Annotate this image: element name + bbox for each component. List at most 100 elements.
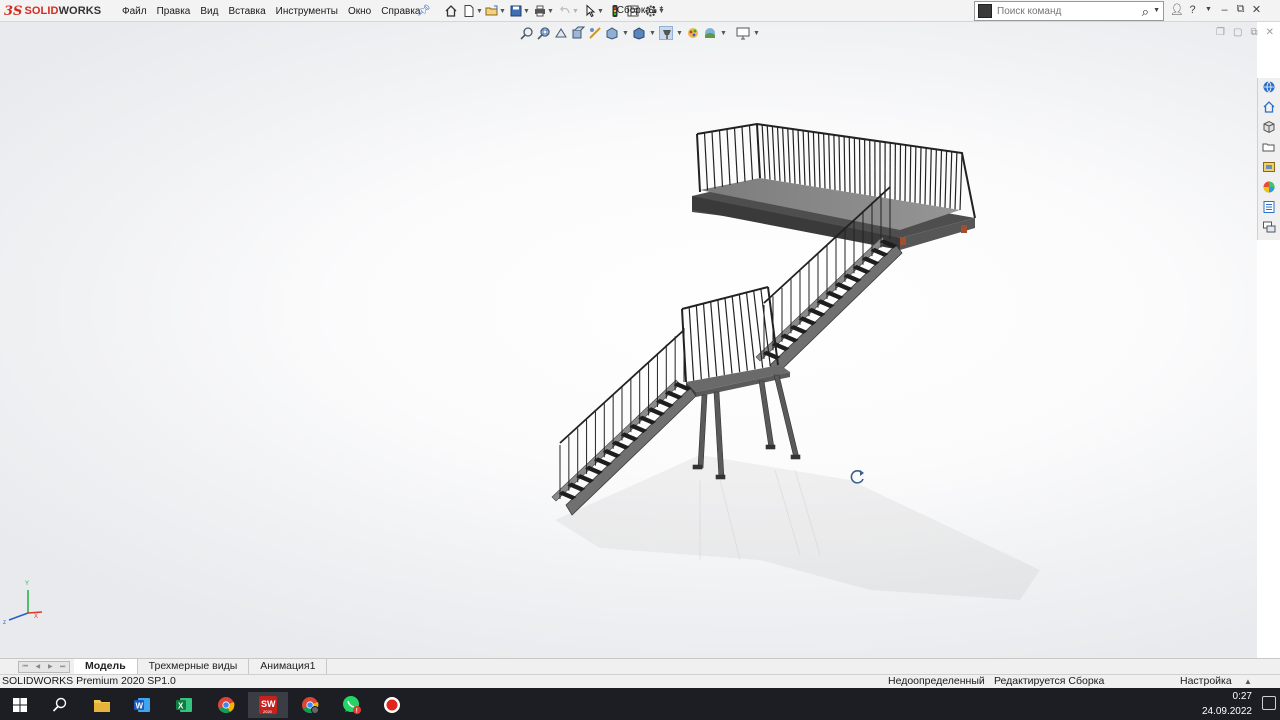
view-orientation-icon[interactable] bbox=[605, 26, 619, 40]
file-properties-icon[interactable] bbox=[626, 4, 640, 18]
zoom-to-fit-icon[interactable] bbox=[520, 26, 534, 40]
word-taskbar-icon[interactable]: W bbox=[122, 692, 162, 718]
search-taskbar-icon[interactable] bbox=[40, 692, 80, 718]
command-search[interactable]: ⌕ ▼ bbox=[974, 1, 1164, 21]
menu-file[interactable]: Файл bbox=[117, 6, 152, 17]
search-dropdown-icon[interactable]: ▼ bbox=[1153, 7, 1160, 14]
options-gear-icon[interactable] bbox=[644, 4, 658, 18]
select-dropdown-icon[interactable]: ▼ bbox=[597, 8, 604, 15]
viewport-close-icon[interactable]: ✕ bbox=[1266, 27, 1274, 38]
help-icon[interactable]: ? bbox=[1186, 4, 1199, 16]
solidworks-logo[interactable]: 3S SOLIDWORKS bbox=[4, 1, 102, 21]
menu-window[interactable]: Окно bbox=[343, 6, 376, 17]
save-dropdown-icon[interactable]: ▼ bbox=[523, 8, 530, 15]
task-pane bbox=[1257, 78, 1280, 240]
viewport-split-icon[interactable]: ▢ bbox=[1233, 27, 1242, 38]
notifications-icon[interactable] bbox=[1262, 696, 1276, 710]
search-command-icon bbox=[978, 4, 992, 18]
graphics-area[interactable]: Y X z bbox=[0, 22, 1257, 658]
menu-insert[interactable]: Вставка bbox=[223, 6, 270, 17]
product-version: SOLIDWORKS Premium 2020 SP1.0 bbox=[2, 675, 176, 687]
menu-view[interactable]: Вид bbox=[195, 6, 223, 17]
definition-status: Недоопределенный bbox=[888, 675, 985, 687]
tab-animation[interactable]: Анимация1 bbox=[249, 659, 328, 674]
undo-dropdown-icon[interactable]: ▼ bbox=[572, 8, 579, 15]
excel-taskbar-icon[interactable]: X bbox=[164, 692, 204, 718]
select-cursor-icon[interactable] bbox=[583, 4, 597, 18]
appearances-icon[interactable] bbox=[1262, 180, 1276, 194]
triad-y-label: Y bbox=[25, 581, 29, 587]
record-taskbar-icon[interactable] bbox=[372, 692, 412, 718]
section-view-icon[interactable] bbox=[571, 26, 586, 40]
menu-edit[interactable]: Правка bbox=[152, 6, 196, 17]
chrome-profile-taskbar-icon[interactable] bbox=[290, 692, 330, 718]
help-dropdown-icon[interactable]: ▼ bbox=[1202, 6, 1215, 13]
minimize-icon[interactable]: – bbox=[1218, 4, 1231, 16]
stair-assembly-model[interactable]: Y X z bbox=[0, 22, 1257, 658]
solidworks-resources-icon[interactable] bbox=[1262, 80, 1276, 94]
view-settings-icon[interactable] bbox=[736, 26, 750, 40]
heads-up-view-toolbar: ▼ ▼ ▼ ▼ ▼ bbox=[520, 24, 760, 42]
tab-last-icon[interactable]: ⏭ bbox=[57, 662, 70, 672]
viewport-tile-icon[interactable]: ❐ bbox=[1216, 27, 1225, 38]
tab-first-icon[interactable]: ⏮ bbox=[19, 662, 32, 672]
tab-model[interactable]: Модель bbox=[74, 659, 138, 674]
windows-start-icon[interactable] bbox=[0, 692, 40, 718]
custom-properties-icon[interactable] bbox=[1262, 200, 1276, 214]
undo-icon[interactable] bbox=[558, 4, 572, 18]
traffic-light-icon[interactable] bbox=[608, 4, 622, 18]
menu-tools[interactable]: Инструменты bbox=[271, 6, 343, 17]
dynamic-annotation-icon[interactable] bbox=[588, 26, 602, 40]
chrome-taskbar-icon[interactable] bbox=[206, 692, 246, 718]
home-pane-icon[interactable] bbox=[1262, 100, 1276, 114]
search-icon[interactable]: ⌕ bbox=[1142, 4, 1149, 20]
options-dropdown-icon[interactable]: ▼ bbox=[658, 8, 665, 15]
open-dropdown-icon[interactable]: ▼ bbox=[499, 8, 506, 15]
whatsapp-taskbar-icon[interactable]: ! bbox=[332, 692, 372, 718]
logo-brand-suffix: WORKS bbox=[58, 5, 102, 17]
user-icon[interactable]: 👤︎ bbox=[1170, 3, 1184, 16]
editing-status: Редактируется Сборка bbox=[994, 675, 1105, 687]
home-icon[interactable] bbox=[444, 4, 458, 18]
previous-view-icon[interactable] bbox=[554, 26, 568, 40]
units-dropdown-icon[interactable]: ▲ bbox=[1244, 675, 1252, 688]
display-style-icon[interactable] bbox=[632, 26, 646, 40]
units-setting[interactable]: Настройка bbox=[1180, 675, 1232, 688]
restore-icon[interactable]: ⧉ bbox=[1234, 3, 1247, 16]
viewport-restore-icon[interactable]: ⧉ bbox=[1250, 27, 1257, 38]
apply-scene-icon[interactable] bbox=[703, 26, 717, 40]
print-dropdown-icon[interactable]: ▼ bbox=[547, 8, 554, 15]
tab-next-icon[interactable]: ▶ bbox=[44, 662, 57, 672]
svg-text:X: X bbox=[178, 702, 184, 711]
view-settings-dropdown-icon[interactable]: ▼ bbox=[753, 30, 760, 37]
standard-toolbar: ▼ ▼ ▼ ▼ ▼ ▼ ▼ bbox=[444, 3, 665, 19]
design-library-icon[interactable] bbox=[1262, 120, 1276, 134]
view-orientation-dropdown-icon[interactable]: ▼ bbox=[622, 30, 629, 37]
close-icon[interactable]: ✕ bbox=[1250, 3, 1263, 16]
new-document-icon[interactable] bbox=[462, 4, 476, 18]
display-style-dropdown-icon[interactable]: ▼ bbox=[649, 30, 656, 37]
search-input[interactable] bbox=[997, 5, 1137, 17]
edit-appearance-icon[interactable] bbox=[686, 26, 700, 40]
new-dropdown-icon[interactable]: ▼ bbox=[476, 8, 483, 15]
triad-x-label: X bbox=[34, 614, 38, 620]
zoom-to-area-icon[interactable] bbox=[537, 26, 551, 40]
hide-show-dropdown-icon[interactable]: ▼ bbox=[676, 30, 683, 37]
file-explorer-taskbar-icon[interactable] bbox=[82, 692, 122, 718]
forum-icon[interactable] bbox=[1262, 220, 1276, 234]
pin-icon[interactable]: 📌︎ bbox=[417, 4, 431, 17]
view-triad[interactable]: Y X z bbox=[3, 581, 43, 626]
save-icon[interactable] bbox=[509, 4, 523, 18]
tab-3d-views[interactable]: Трехмерные виды bbox=[138, 659, 250, 674]
solidworks-version-badge: 2020 bbox=[263, 709, 273, 714]
print-icon[interactable] bbox=[533, 4, 547, 18]
view-palette-icon[interactable] bbox=[1262, 160, 1276, 174]
system-clock[interactable]: 0:27 24.09.2022 bbox=[1202, 688, 1252, 720]
svg-text:W: W bbox=[136, 702, 144, 711]
open-folder-icon[interactable] bbox=[485, 4, 499, 18]
tab-prev-icon[interactable]: ◀ bbox=[32, 662, 45, 672]
solidworks-taskbar-icon[interactable]: SW 2020 bbox=[248, 692, 288, 718]
hide-show-items-icon[interactable] bbox=[659, 26, 673, 40]
apply-scene-dropdown-icon[interactable]: ▼ bbox=[720, 30, 727, 37]
file-explorer-icon[interactable] bbox=[1262, 140, 1276, 154]
